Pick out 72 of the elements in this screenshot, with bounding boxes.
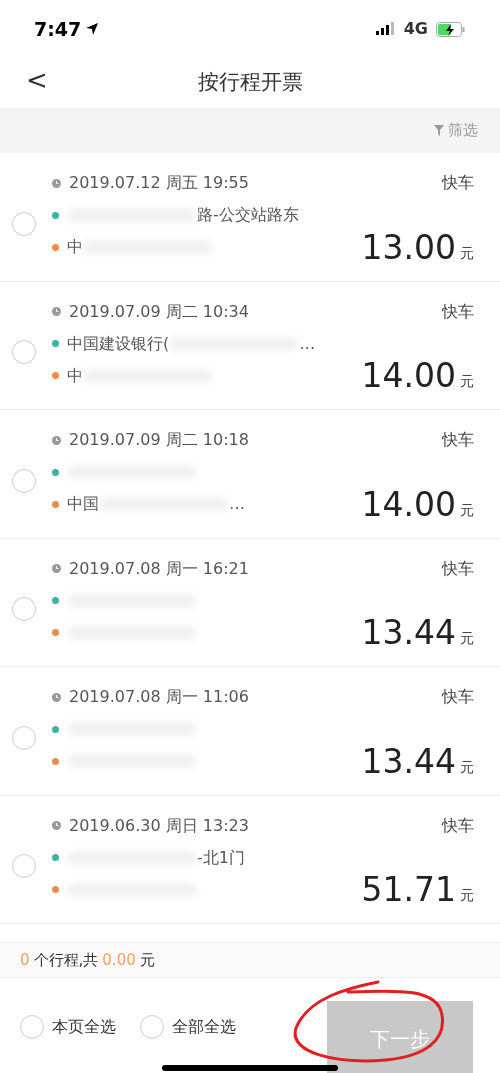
- fare-amount: 14.00: [361, 359, 456, 392]
- network-label: 4G: [403, 18, 428, 40]
- trip-time: 2019.06.30 周日 13:23: [69, 814, 249, 837]
- start-dot: [52, 211, 59, 219]
- trip-time: 2019.07.09 周二 10:34: [69, 300, 249, 323]
- option-label[interactable]: 全部全选: [172, 1015, 236, 1039]
- fare-amount: 13.00: [361, 230, 456, 264]
- summary-label: 个行程,共: [33, 949, 99, 971]
- fare-amount: 13.44: [361, 744, 456, 778]
- end-dot: [52, 372, 59, 379]
- clock-icon: [52, 692, 61, 702]
- total-amount: 0.00: [102, 949, 136, 971]
- end-dot: [52, 243, 59, 251]
- address-text: -北1门: [197, 846, 245, 869]
- start-dot: [52, 468, 59, 476]
- radio-button[interactable]: [20, 1015, 44, 1039]
- clock-icon: [52, 435, 61, 445]
- ride-type: 快车: [442, 686, 474, 708]
- trip-count: 0: [20, 949, 30, 971]
- filter-icon: [434, 125, 444, 136]
- fare-amount: 14.00: [361, 487, 456, 521]
- location-arrow-icon: [85, 22, 100, 36]
- address-text: …: [299, 332, 316, 355]
- start-dot: [52, 854, 59, 861]
- trip-time: 2019.07.09 周二 10:18: [69, 429, 249, 451]
- currency-unit: 元: [460, 500, 474, 520]
- end-dot: [52, 757, 59, 765]
- signal-icon: [375, 22, 396, 36]
- trip-time: 2019.07.08 周一 16:21: [69, 557, 249, 580]
- address-text: 路-公交站路东: [197, 204, 299, 226]
- address-text: 中国建设银行(: [67, 332, 170, 355]
- radio-button[interactable]: [12, 854, 36, 879]
- currency-unit: 元: [460, 757, 474, 777]
- radio-button[interactable]: [12, 725, 36, 750]
- end-dot: [52, 500, 59, 508]
- radio-button[interactable]: [12, 597, 36, 622]
- clock-time: 7:47: [34, 16, 82, 42]
- trip-time: 2019.07.08 周一 11:06: [69, 686, 249, 708]
- ride-type: 快车: [442, 300, 474, 323]
- address-text: 中: [67, 364, 83, 387]
- end-dot: [52, 886, 59, 893]
- address-text: …: [229, 493, 245, 515]
- clock-icon: [52, 821, 61, 830]
- option-label[interactable]: 本页全选: [52, 1015, 116, 1039]
- trip-time: 2019.07.12 周五 19:55: [69, 172, 249, 194]
- page-title: 按行程开票: [197, 69, 303, 97]
- start-dot: [52, 725, 59, 733]
- clock-icon: [52, 178, 61, 188]
- radio-button[interactable]: [12, 340, 36, 365]
- radio-button[interactable]: [12, 211, 36, 236]
- start-dot: [52, 597, 59, 604]
- start-dot: [52, 340, 59, 347]
- clock-icon: [52, 564, 61, 573]
- radio-button[interactable]: [140, 1015, 164, 1039]
- fare-amount: 51.71: [361, 873, 456, 906]
- currency-unit: 元: [460, 372, 474, 391]
- currency-unit: 元: [460, 243, 474, 263]
- address-text: 中国: [67, 493, 99, 515]
- currency-unit: 元: [460, 886, 474, 905]
- end-dot: [52, 629, 59, 636]
- address-text: 中: [67, 236, 83, 258]
- battery-charging-icon: [436, 21, 466, 37]
- ride-type: 快车: [442, 814, 474, 837]
- currency-unit: 元: [139, 949, 155, 971]
- clock-icon: [52, 307, 61, 316]
- radio-button[interactable]: [12, 468, 36, 493]
- back-button[interactable]: <: [20, 66, 54, 94]
- ride-type: 快车: [442, 172, 474, 194]
- ride-type: 快车: [442, 429, 474, 451]
- currency-unit: 元: [460, 629, 474, 648]
- ride-type: 快车: [442, 557, 474, 580]
- fare-amount: 13.44: [361, 616, 456, 649]
